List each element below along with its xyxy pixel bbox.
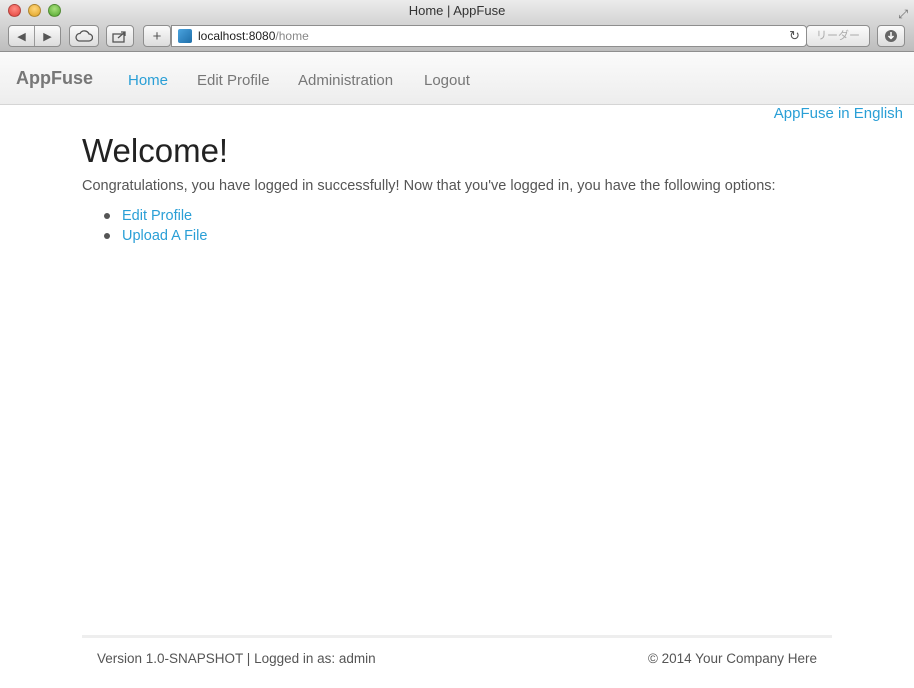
minimize-window-button[interactable] — [28, 4, 41, 17]
icloud-icon — [75, 30, 93, 42]
address-bar[interactable]: localhost:8080/home ↻ — [171, 25, 807, 47]
back-forward-buttons: ◀ ▶ — [8, 25, 61, 47]
nav-edit-profile[interactable]: Edit Profile — [197, 72, 270, 89]
close-window-button[interactable] — [8, 4, 21, 17]
reload-icon[interactable]: ↻ — [789, 26, 800, 46]
footer-copyright: © 2014 Your Company Here — [647, 651, 817, 666]
list-item: Upload A File — [104, 226, 207, 246]
brand-logo[interactable]: AppFuse — [16, 68, 93, 89]
language-switch-link[interactable]: AppFuse in English — [774, 105, 903, 122]
reader-button[interactable]: リーダー — [806, 25, 870, 47]
forward-arrow-icon[interactable]: ▶ — [35, 30, 60, 43]
footer-divider — [82, 635, 832, 638]
window-title: Home | AppFuse — [408, 3, 506, 18]
url-host: localhost:8080 — [198, 29, 276, 43]
zoom-window-button[interactable] — [48, 4, 61, 17]
site-favicon-icon — [178, 29, 192, 43]
edit-profile-link[interactable]: Edit Profile — [122, 208, 192, 224]
share-icon — [112, 30, 126, 43]
downloads-button[interactable] — [877, 25, 905, 47]
icloud-tabs-button[interactable] — [69, 25, 99, 47]
share-button[interactable] — [106, 25, 134, 47]
plus-icon: + — [152, 27, 162, 45]
window-titlebar: Home | AppFuse ⤢ — [0, 0, 914, 22]
download-icon — [885, 30, 897, 42]
upload-file-link[interactable]: Upload A File — [122, 228, 207, 244]
back-arrow-icon[interactable]: ◀ — [9, 30, 34, 43]
window-controls — [8, 4, 61, 17]
browser-toolbar: ◀ ▶ + localhost:8080/home ↻ リーダー — [0, 22, 914, 52]
add-bookmark-button[interactable]: + — [143, 25, 171, 47]
nav-administration[interactable]: Administration — [298, 72, 393, 89]
options-list: Edit Profile Upload A File — [104, 206, 207, 246]
list-item: Edit Profile — [104, 206, 207, 226]
nav-logout[interactable]: Logout — [424, 72, 470, 89]
url-path: /home — [275, 29, 309, 43]
page-title: Welcome! — [82, 132, 229, 169]
nav-home[interactable]: Home — [128, 72, 168, 89]
intro-text: Congratulations, you have logged in succ… — [82, 178, 776, 194]
footer-version-info: Version 1.0-SNAPSHOT | Logged in as: adm… — [97, 651, 376, 666]
app-navbar: AppFuse Home Edit Profile Administration… — [0, 52, 914, 105]
